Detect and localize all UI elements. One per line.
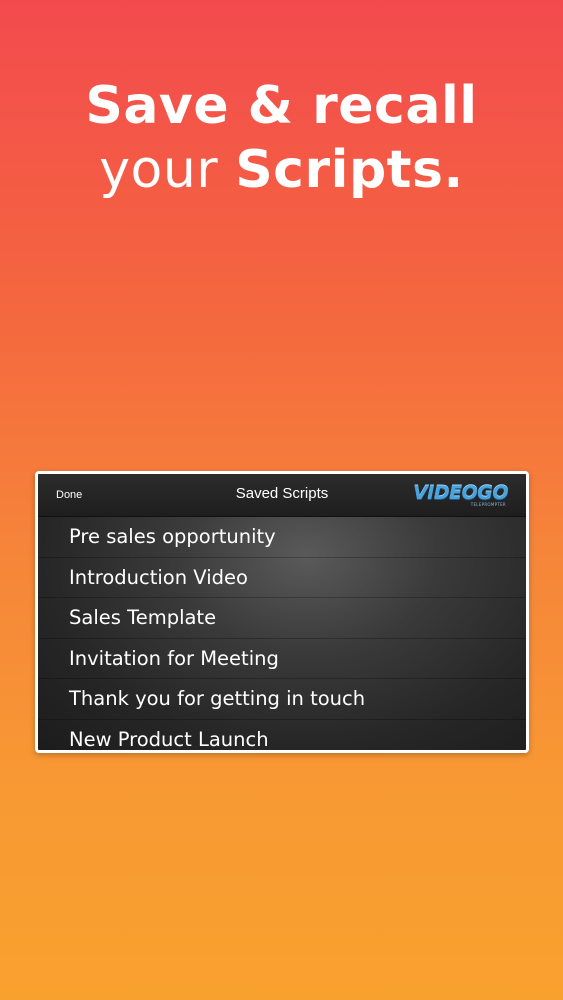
headline-line2: your Scripts. (0, 138, 563, 202)
panel-topbar: Done Saved Scripts VIDEOGO TELEPROMPTER (38, 474, 526, 517)
headline-line1: Save & recall (85, 76, 478, 136)
script-item-thank-you[interactable]: Thank you for getting in touch (38, 679, 526, 720)
script-item-sales-template[interactable]: Sales Template (38, 598, 526, 639)
headline: Save & recall your Scripts. (0, 74, 563, 202)
script-item-introduction-video[interactable]: Introduction Video (38, 558, 526, 598)
videogo-logo: VIDEOGO TELEPROMPTER (398, 483, 508, 507)
saved-scripts-panel: Done Saved Scripts VIDEOGO TELEPROMPTER … (35, 471, 529, 753)
script-item-invitation-meeting[interactable]: Invitation for Meeting (38, 639, 526, 679)
logo-subtitle: TELEPROMPTER (470, 502, 506, 507)
logo-text: VIDEOGO (413, 482, 508, 504)
scripts-list: Pre sales opportunity Introduction Video… (38, 517, 526, 751)
headline-line2-bold: Scripts. (235, 140, 464, 200)
script-item-new-product-launch[interactable]: New Product Launch (38, 720, 526, 751)
script-item-pre-sales[interactable]: Pre sales opportunity (38, 517, 526, 558)
headline-line2-light: your (99, 140, 236, 200)
